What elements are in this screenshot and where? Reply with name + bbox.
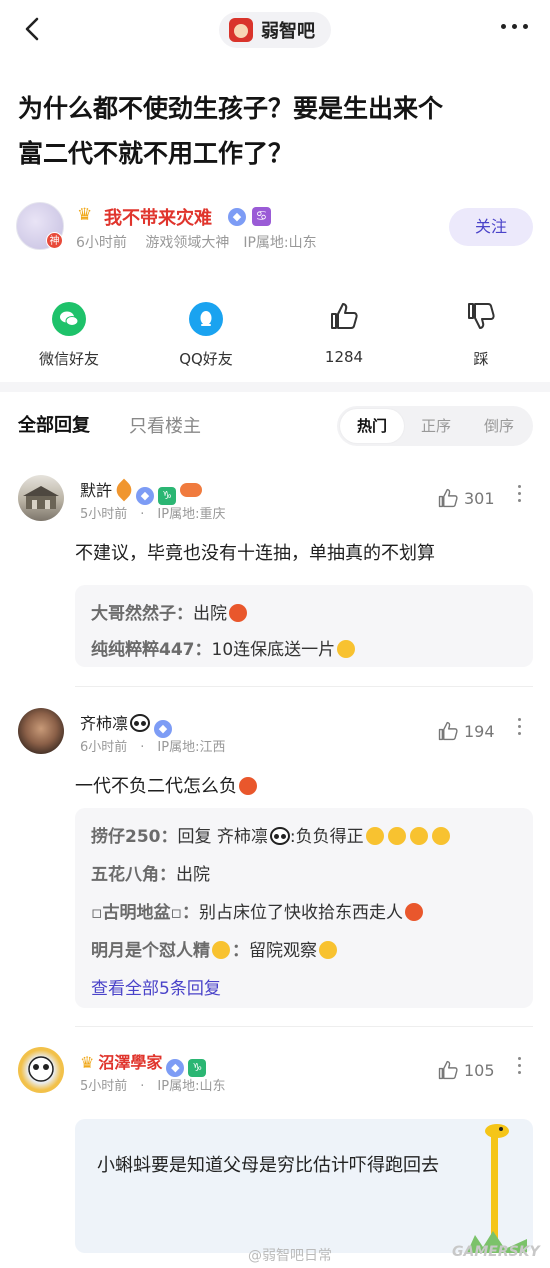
comment-meta: 6小时前 · IP属地:江西 [80, 740, 226, 755]
share-qq-label: QQ好友 [179, 350, 233, 368]
comment-like-count: 301 [464, 488, 495, 508]
more-options-icon[interactable] [501, 24, 528, 29]
commenter-name[interactable]: 默許 ◆ ♑ [80, 477, 203, 505]
sort-ascending[interactable]: 正序 [404, 406, 468, 446]
comment-meta: 5小时前 · IP属地:山东 [80, 1079, 226, 1094]
smirk-emoji-icon [212, 941, 230, 959]
quote-card: 小蝌蚪要是知道父母是穷比估计吓得跑回去 [75, 1119, 533, 1253]
comment-text: 一代不负二代怎么负 [75, 772, 259, 798]
share-wechat-button[interactable]: 微信好友 [19, 296, 119, 369]
sort-switch: 热门 正序 倒序 [337, 406, 533, 446]
reply-line: 捞仔250：回复 齐柿凛:负负得正 [91, 822, 452, 847]
comment-more-icon[interactable] [518, 485, 521, 502]
comment-item: ♛ 沼澤學家 ◆ ♑ 5小时前 · IP属地:山东 105 小蝌蚪要是知道父母是穷比估… [0, 1047, 550, 1253]
tongue-emoji-icon [319, 941, 337, 959]
grimace-emoji-icon [405, 903, 424, 921]
reply-line: 纯纯粹粹447：10连保底送一片 [91, 635, 357, 660]
cancer-zodiac-icon: ♋ [252, 207, 271, 226]
crown-icon: ♛ [80, 1053, 95, 1072]
avatar[interactable] [18, 708, 64, 754]
thumbs-up-icon [438, 1060, 458, 1080]
reply-line: 明月是个怼人精 ：留院观察 [91, 936, 339, 961]
like-count: 1284 [324, 348, 364, 366]
like-button[interactable]: 1284 [294, 296, 394, 366]
author-name[interactable]: 我不带来灾难 [104, 204, 212, 230]
sort-hot[interactable]: 热门 [340, 409, 404, 443]
maple-leaf-icon [112, 478, 136, 502]
panda-icon [130, 714, 151, 732]
author-row: 神 ♛ 我不带来灾难 ◆ ♋ 6小时前 游戏领域大神 IP属地:山东 关注 [16, 200, 536, 256]
comment-like-count: 194 [464, 721, 495, 741]
section-divider [0, 382, 550, 392]
forum-logo-icon [229, 18, 253, 42]
comment-like-button[interactable]: 105 [436, 1058, 495, 1082]
comment-more-icon[interactable] [518, 718, 521, 735]
commenter-name[interactable]: ♛ 沼澤學家 ◆ ♑ [80, 1049, 207, 1077]
share-row: 微信好友 QQ好友 1284 踩 [0, 296, 550, 376]
quote-text: 小蝌蚪要是知道父母是穷比估计吓得跑回去 [97, 1155, 439, 1176]
thumbs-down-icon [431, 296, 531, 336]
thumbs-up-icon [294, 296, 394, 336]
comment-meta: 5小时前 · IP属地:重庆 [80, 507, 226, 522]
avatar[interactable] [18, 475, 64, 521]
share-qq-button[interactable]: QQ好友 [156, 296, 256, 369]
tongue-emoji-icon [431, 827, 450, 845]
gamepad-icon [180, 483, 203, 497]
commenter-name[interactable]: 齐柿凛 ◆ [80, 710, 173, 738]
heart-eyes-emoji-icon [229, 604, 247, 622]
comment-like-button[interactable]: 194 [436, 719, 495, 743]
reply-line: 五花八角：出院 [91, 865, 210, 885]
forum-name: 弱智吧 [261, 21, 315, 42]
thumbs-up-icon [438, 488, 458, 508]
comment-like-button[interactable]: 301 [436, 486, 495, 510]
post-title: 为什么都不使劲生孩子？要是生出来个 富二代不就不用工作了？ [18, 94, 444, 168]
brand-logo: GAMERSKY [452, 1244, 540, 1260]
reply-line: 大哥然然子：出院 [91, 599, 249, 624]
avatar[interactable] [18, 1047, 64, 1093]
wechat-icon [52, 302, 86, 336]
giraffe-decoration-icon [467, 1124, 527, 1253]
comment-text: 不建议，毕竟也没有十连抽，单抽真的不划算 [75, 543, 435, 564]
tab-op-only[interactable]: 只看楼主 [129, 412, 201, 438]
comment-more-icon[interactable] [518, 1057, 521, 1074]
view-all-replies-link[interactable]: 查看全部5条回复 [91, 974, 221, 999]
back-arrow-icon[interactable] [18, 14, 48, 44]
comment-divider [75, 686, 533, 687]
reply-line: ▫古明地盆▫：别占床位了快收拾东西走人 [91, 898, 425, 923]
tongue-emoji-icon [387, 827, 406, 845]
reply-box[interactable]: 捞仔250：回复 齐柿凛:负负得正 五花八角：出院 ▫古明地盆▫：别占床位了快收… [75, 808, 533, 1008]
tongue-emoji-icon [337, 640, 356, 658]
follow-button[interactable]: 关注 [449, 208, 533, 246]
god-badge: 神 [46, 232, 63, 249]
dislike-button[interactable]: 踩 [431, 296, 531, 369]
sort-descending[interactable]: 倒序 [467, 406, 531, 446]
tab-all-replies[interactable]: 全部回复 [18, 411, 90, 437]
crown-icon: ♛ [77, 205, 93, 225]
panda-icon [269, 827, 290, 845]
level-badge-icon: ◆ [228, 208, 246, 226]
reply-box[interactable]: 大哥然然子：出院 纯纯粹粹447：10连保底送一片 [75, 585, 533, 667]
grimace-emoji-icon [239, 777, 257, 795]
thumbs-up-icon [438, 721, 458, 741]
comment-item: 默許 ◆ ♑ 5小时前 · IP属地:重庆 301 不建议，毕竟也没有十连抽，单抽真… [0, 475, 550, 675]
dislike-label: 踩 [473, 350, 489, 368]
tongue-emoji-icon [409, 827, 428, 845]
tongue-emoji-icon [365, 827, 384, 845]
top-bar: 弱智吧 [0, 0, 550, 62]
reply-tabs: 全部回复 只看楼主 热门 正序 倒序 [0, 400, 550, 450]
author-meta: 6小时前 游戏领域大神 IP属地:山东 [76, 235, 317, 251]
comment-divider [75, 1026, 533, 1027]
qq-icon [189, 302, 223, 336]
comment-like-count: 105 [464, 1060, 495, 1080]
share-wechat-label: 微信好友 [38, 350, 99, 368]
watermark: @弱智吧日常 [248, 1248, 332, 1264]
forum-pill[interactable]: 弱智吧 [219, 12, 331, 48]
comment-item: 齐柿凛 ◆ 6小时前 · IP属地:江西 194 一代不负二代怎么负 捞仔250：… [0, 708, 550, 1018]
